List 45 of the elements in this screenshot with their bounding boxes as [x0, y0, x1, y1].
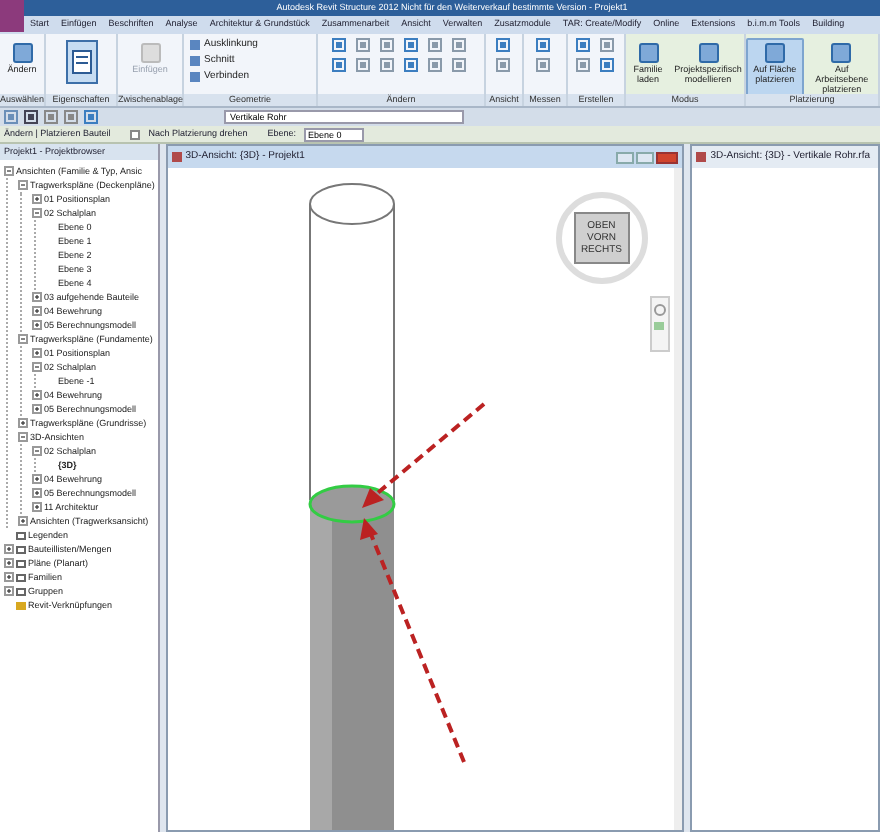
tool-icon	[763, 42, 786, 64]
view-icon	[696, 152, 707, 162]
expand-icon[interactable]	[4, 586, 14, 596]
expand-icon[interactable]	[32, 194, 42, 204]
expand-icon[interactable]	[18, 418, 28, 428]
expand-icon[interactable]	[32, 348, 42, 358]
navigation-bar[interactable]	[649, 296, 670, 352]
table-icon	[16, 545, 26, 553]
expand-icon[interactable]	[32, 320, 42, 330]
tool-icon	[637, 42, 659, 64]
tool-icon	[139, 42, 161, 64]
legend-icon	[16, 531, 26, 539]
expand-icon[interactable]	[32, 292, 42, 302]
expand-icon[interactable]	[32, 474, 42, 484]
properties-button[interactable]	[65, 40, 97, 84]
expand-icon[interactable]	[18, 516, 28, 526]
expand-icon[interactable]	[4, 558, 14, 568]
group-icon	[16, 587, 26, 595]
collapse-icon[interactable]	[18, 180, 28, 190]
expand-icon[interactable]	[32, 502, 42, 512]
expand-icon[interactable]	[32, 306, 42, 316]
expand-icon[interactable]	[4, 544, 14, 554]
link-icon	[16, 601, 26, 609]
collapse-icon[interactable]	[32, 208, 42, 218]
minimize-button[interactable]	[616, 151, 635, 163]
properties-icon	[71, 50, 91, 74]
collapse-icon[interactable]	[32, 362, 42, 372]
collapse-icon[interactable]	[4, 166, 14, 176]
rotate-checkbox[interactable]	[130, 129, 141, 139]
close-button[interactable]	[656, 151, 679, 163]
expand-icon[interactable]	[32, 488, 42, 498]
tool-icon	[830, 42, 853, 64]
expand-icon[interactable]	[4, 572, 14, 582]
collapse-icon[interactable]	[32, 446, 42, 456]
view-icon	[171, 152, 182, 162]
expand-icon[interactable]	[32, 390, 42, 400]
family-icon	[16, 573, 26, 581]
expand-icon[interactable]	[32, 404, 42, 414]
sheet-icon	[16, 559, 26, 567]
collapse-icon[interactable]	[18, 334, 28, 344]
tool-icon	[11, 42, 33, 64]
scrollbar[interactable]	[674, 168, 683, 830]
tool-icon	[697, 42, 719, 64]
collapse-icon[interactable]	[18, 432, 28, 442]
arrow-drawing	[357, 400, 488, 512]
